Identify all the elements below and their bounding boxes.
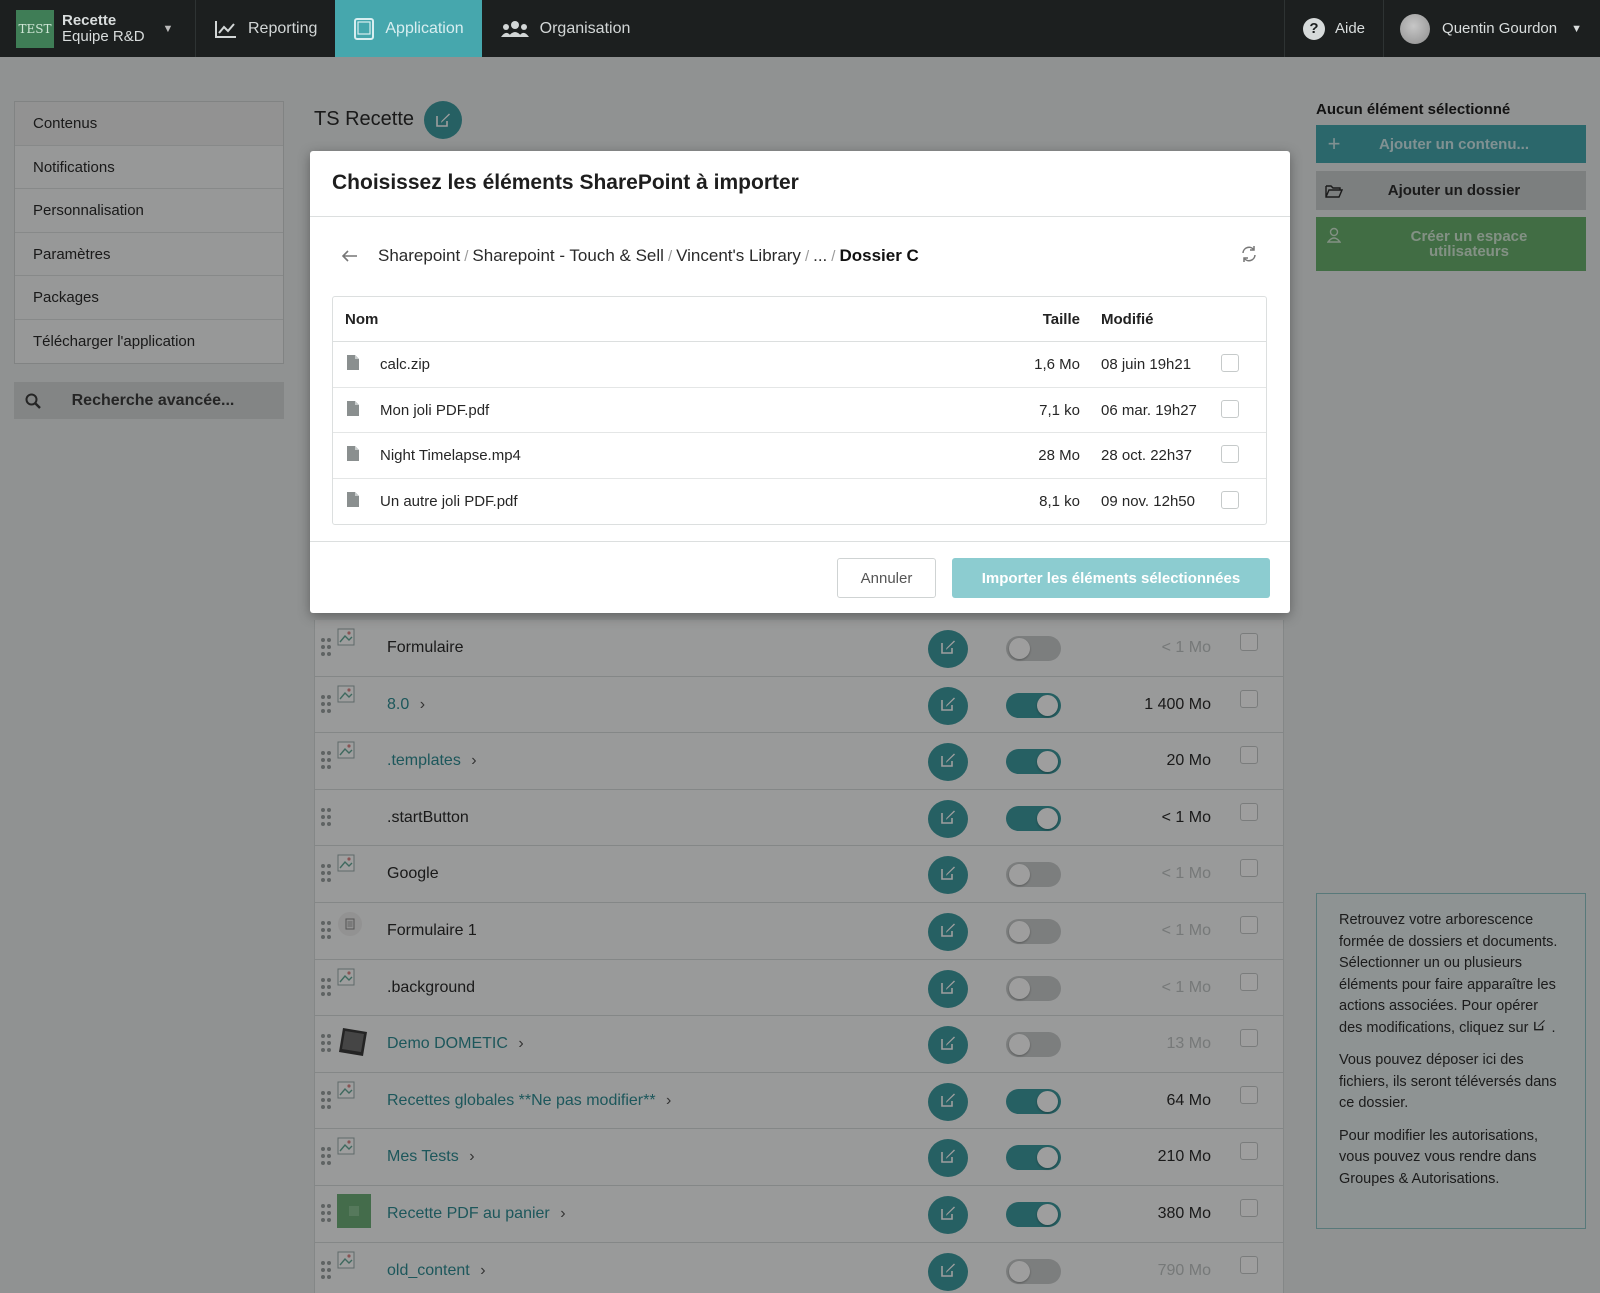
back-arrow-icon[interactable] — [332, 250, 378, 262]
files-table: Nom Taille Modifié calc.zip 1,6 Mo 08 juin… — [332, 296, 1267, 525]
sharepoint-import-dialog: Choisissez les éléments SharePoint à imp… — [310, 151, 1290, 613]
file-row[interactable]: Mon joli PDF.pdf 7,1 ko 06 mar. 19h27 — [333, 388, 1266, 433]
question-icon: ? — [1303, 17, 1325, 40]
file-size: 28 Mo — [1038, 447, 1080, 464]
file-name: Mon joli PDF.pdf — [380, 401, 490, 419]
dialog-title: Choisissez les éléments SharePoint à imp… — [310, 151, 1290, 217]
file-modified: 28 oct. 22h37 — [1101, 447, 1192, 464]
file-row[interactable]: calc.zip 1,6 Mo 08 juin 19h21 — [333, 342, 1266, 388]
help-button[interactable]: ? Aide — [1284, 0, 1383, 57]
nav-application[interactable]: Application — [335, 0, 482, 57]
caret-down-icon: ▼ — [1571, 22, 1582, 35]
nav-application-label: Application — [385, 19, 464, 37]
brand-line1: Recette — [62, 11, 117, 29]
file-checkbox[interactable] — [1221, 399, 1239, 418]
user-name: Quentin Gourdon — [1442, 20, 1558, 37]
avatar — [1400, 13, 1431, 44]
file-icon — [347, 355, 359, 374]
column-size[interactable]: Taille — [1043, 311, 1080, 328]
table-header: Nom Taille Modifié — [333, 297, 1266, 342]
brand-line2: Equipe R&D — [62, 27, 145, 45]
file-checkbox[interactable] — [1221, 354, 1239, 372]
caret-down-icon: ▼ — [162, 22, 174, 35]
column-modified[interactable]: Modifié — [1101, 311, 1154, 328]
cancel-button[interactable]: Annuler — [837, 558, 936, 598]
breadcrumb-item[interactable]: Sharepoint — [378, 246, 460, 266]
breadcrumb-item[interactable]: Vincent's Library — [676, 246, 801, 266]
app-switcher[interactable]: TEST Recette Equipe R&D ▼ — [0, 0, 196, 57]
nav-organisation-label: Organisation — [539, 19, 631, 37]
file-icon — [347, 446, 359, 465]
file-checkbox[interactable] — [1221, 445, 1239, 463]
file-checkbox[interactable] — [1221, 490, 1239, 509]
breadcrumb-item[interactable]: ... — [813, 246, 827, 266]
brand-logo: TEST — [16, 9, 54, 48]
breadcrumb-separator: / — [464, 247, 469, 265]
file-name: Un autre joli PDF.pdf — [380, 492, 518, 510]
column-name[interactable]: Nom — [345, 311, 378, 328]
user-menu[interactable]: Quentin Gourdon ▼ — [1383, 0, 1600, 57]
top-right-area: ? Aide Quentin Gourdon ▼ — [1284, 0, 1600, 57]
file-icon — [347, 400, 359, 420]
nav-organisation[interactable]: Organisation — [482, 0, 649, 57]
breadcrumb-separator: / — [831, 247, 836, 265]
file-name: Night Timelapse.mp4 — [380, 447, 521, 464]
file-modified: 06 mar. 19h27 — [1101, 401, 1197, 419]
refresh-icon[interactable] — [1240, 245, 1258, 268]
file-size: 1,6 Mo — [1034, 356, 1080, 373]
file-icon — [347, 491, 359, 511]
tablet-icon — [354, 17, 375, 40]
dialog-footer: Annuler Importer les éléments sélectionn… — [310, 541, 1290, 613]
file-row[interactable]: Night Timelapse.mp4 28 Mo 28 oct. 22h37 — [333, 433, 1266, 479]
file-modified: 08 juin 19h21 — [1101, 356, 1192, 373]
nav-reporting[interactable]: Reporting — [196, 0, 335, 57]
help-label: Aide — [1335, 20, 1366, 37]
chart-line-icon — [215, 20, 236, 38]
breadcrumb-item[interactable]: Sharepoint - Touch & Sell — [472, 246, 664, 266]
import-selected-button[interactable]: Importer les éléments sélectionnées — [952, 558, 1270, 598]
top-navbar: TEST Recette Equipe R&D ▼ Reporting Appl… — [0, 0, 1600, 57]
breadcrumb: Sharepoint / Sharepoint - Touch & Sell /… — [332, 243, 1268, 269]
users-icon — [500, 20, 529, 37]
file-size: 7,1 ko — [1039, 401, 1080, 419]
brand-name: Recette Equipe R&D — [62, 11, 145, 45]
breadcrumb-current: Dossier C — [839, 246, 919, 265]
file-size: 8,1 ko — [1039, 492, 1080, 510]
breadcrumb-separator: / — [667, 247, 673, 265]
nav-reporting-label: Reporting — [248, 19, 318, 37]
file-name: calc.zip — [380, 356, 431, 373]
file-row[interactable]: Un autre joli PDF.pdf 8,1 ko 09 nov. 12h50 — [333, 479, 1266, 525]
breadcrumb-separator: / — [804, 247, 810, 265]
file-modified: 09 nov. 12h50 — [1101, 492, 1195, 510]
